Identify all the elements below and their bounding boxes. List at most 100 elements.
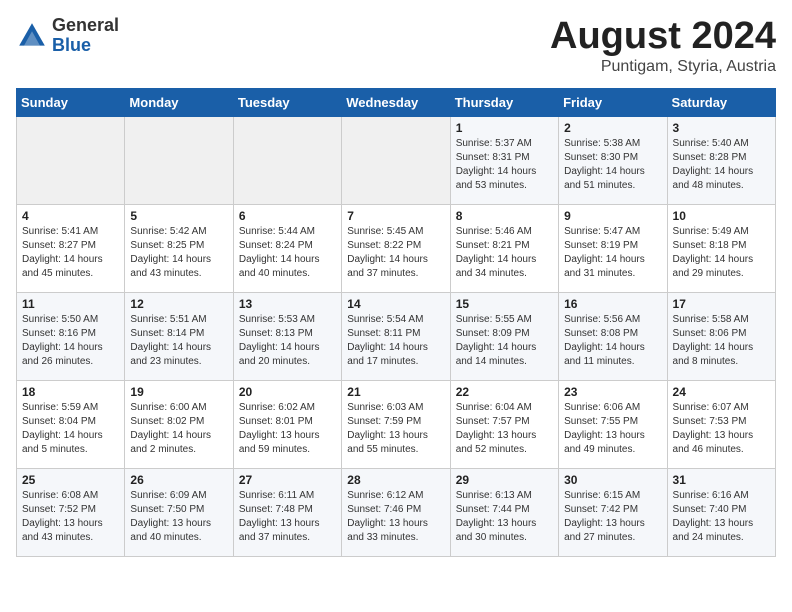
day-info: Sunrise: 5:58 AM Sunset: 8:06 PM Dayligh…	[673, 313, 770, 369]
day-info: Sunrise: 5:47 AM Sunset: 8:19 PM Dayligh…	[564, 225, 661, 281]
day-info: Sunrise: 6:08 AM Sunset: 7:52 PM Dayligh…	[22, 489, 119, 545]
calendar-cell: 18 Sunrise: 5:59 AM Sunset: 8:04 PM Dayli…	[17, 380, 125, 468]
day-info: Sunrise: 5:37 AM Sunset: 8:31 PM Dayligh…	[456, 137, 553, 193]
weekday-header-friday: Friday	[559, 88, 667, 116]
day-info: Sunrise: 5:56 AM Sunset: 8:08 PM Dayligh…	[564, 313, 661, 369]
day-number: 23	[564, 385, 661, 399]
day-info: Sunrise: 6:06 AM Sunset: 7:55 PM Dayligh…	[564, 401, 661, 457]
day-number: 20	[239, 385, 336, 399]
logo-general-text: General	[52, 16, 119, 36]
weekday-header-tuesday: Tuesday	[233, 88, 341, 116]
day-number: 25	[22, 473, 119, 487]
day-number: 21	[347, 385, 444, 399]
weekday-header-thursday: Thursday	[450, 88, 558, 116]
calendar-cell: 24 Sunrise: 6:07 AM Sunset: 7:53 PM Dayli…	[667, 380, 775, 468]
day-info: Sunrise: 6:13 AM Sunset: 7:44 PM Dayligh…	[456, 489, 553, 545]
day-info: Sunrise: 5:42 AM Sunset: 8:25 PM Dayligh…	[130, 225, 227, 281]
day-info: Sunrise: 5:54 AM Sunset: 8:11 PM Dayligh…	[347, 313, 444, 369]
calendar-cell: 3Sunrise: 5:40 AM Sunset: 8:28 PM Daylig…	[667, 116, 775, 204]
calendar-table: SundayMondayTuesdayWednesdayThursdayFrid…	[16, 88, 776, 557]
weekday-header-monday: Monday	[125, 88, 233, 116]
day-number: 10	[673, 209, 770, 223]
calendar-cell: 13 Sunrise: 5:53 AM Sunset: 8:13 PM Dayli…	[233, 292, 341, 380]
day-number: 16	[564, 297, 661, 311]
calendar-cell	[342, 116, 450, 204]
calendar-cell: 4 Sunrise: 5:41 AM Sunset: 8:27 PM Daylig…	[17, 204, 125, 292]
day-number: 2	[564, 121, 661, 135]
day-number: 8	[456, 209, 553, 223]
day-info: Sunrise: 6:03 AM Sunset: 7:59 PM Dayligh…	[347, 401, 444, 457]
day-info: Sunrise: 6:15 AM Sunset: 7:42 PM Dayligh…	[564, 489, 661, 545]
calendar-cell: 17 Sunrise: 5:58 AM Sunset: 8:06 PM Dayli…	[667, 292, 775, 380]
day-number: 4	[22, 209, 119, 223]
weekday-header-sunday: Sunday	[17, 88, 125, 116]
calendar-cell: 31Sunrise: 6:16 AM Sunset: 7:40 PM Dayli…	[667, 468, 775, 556]
day-number: 9	[564, 209, 661, 223]
weekday-header-row: SundayMondayTuesdayWednesdayThursdayFrid…	[17, 88, 776, 116]
calendar-cell: 22 Sunrise: 6:04 AM Sunset: 7:57 PM Dayli…	[450, 380, 558, 468]
day-number: 26	[130, 473, 227, 487]
day-info: Sunrise: 5:53 AM Sunset: 8:13 PM Dayligh…	[239, 313, 336, 369]
day-info: Sunrise: 6:16 AM Sunset: 7:40 PM Dayligh…	[673, 489, 770, 545]
calendar-cell: 9 Sunrise: 5:47 AM Sunset: 8:19 PM Daylig…	[559, 204, 667, 292]
calendar-cell: 27 Sunrise: 6:11 AM Sunset: 7:48 PM Dayli…	[233, 468, 341, 556]
day-number: 3	[673, 121, 770, 135]
day-number: 18	[22, 385, 119, 399]
day-info: Sunrise: 5:51 AM Sunset: 8:14 PM Dayligh…	[130, 313, 227, 369]
day-info: Sunrise: 6:09 AM Sunset: 7:50 PM Dayligh…	[130, 489, 227, 545]
day-number: 13	[239, 297, 336, 311]
calendar-cell: 1 Sunrise: 5:37 AM Sunset: 8:31 PM Daylig…	[450, 116, 558, 204]
day-number: 24	[673, 385, 770, 399]
calendar-cell: 26 Sunrise: 6:09 AM Sunset: 7:50 PM Dayli…	[125, 468, 233, 556]
calendar-cell: 25 Sunrise: 6:08 AM Sunset: 7:52 PM Dayli…	[17, 468, 125, 556]
day-number: 30	[564, 473, 661, 487]
day-number: 11	[22, 297, 119, 311]
location-subtitle: Puntigam, Styria, Austria	[550, 58, 776, 76]
day-number: 1	[456, 121, 553, 135]
calendar-cell: 12 Sunrise: 5:51 AM Sunset: 8:14 PM Dayli…	[125, 292, 233, 380]
day-number: 15	[456, 297, 553, 311]
calendar-cell	[233, 116, 341, 204]
day-number: 28	[347, 473, 444, 487]
day-info: Sunrise: 6:07 AM Sunset: 7:53 PM Dayligh…	[673, 401, 770, 457]
logo: General Blue	[16, 16, 119, 56]
logo-text: General Blue	[52, 16, 119, 56]
day-number: 6	[239, 209, 336, 223]
calendar-week-row: 11 Sunrise: 5:50 AM Sunset: 8:16 PM Dayli…	[17, 292, 776, 380]
calendar-week-row: 25 Sunrise: 6:08 AM Sunset: 7:52 PM Dayli…	[17, 468, 776, 556]
calendar-cell: 8Sunrise: 5:46 AM Sunset: 8:21 PM Daylig…	[450, 204, 558, 292]
day-number: 14	[347, 297, 444, 311]
calendar-cell: 30 Sunrise: 6:15 AM Sunset: 7:42 PM Dayli…	[559, 468, 667, 556]
logo-icon	[16, 20, 48, 52]
day-number: 27	[239, 473, 336, 487]
calendar-cell: 23 Sunrise: 6:06 AM Sunset: 7:55 PM Dayli…	[559, 380, 667, 468]
calendar-cell: 5Sunrise: 5:42 AM Sunset: 8:25 PM Daylig…	[125, 204, 233, 292]
calendar-week-row: 1 Sunrise: 5:37 AM Sunset: 8:31 PM Daylig…	[17, 116, 776, 204]
title-area: August 2024 Puntigam, Styria, Austria	[550, 16, 776, 76]
day-info: Sunrise: 5:55 AM Sunset: 8:09 PM Dayligh…	[456, 313, 553, 369]
day-info: Sunrise: 5:44 AM Sunset: 8:24 PM Dayligh…	[239, 225, 336, 281]
calendar-cell	[125, 116, 233, 204]
weekday-header-saturday: Saturday	[667, 88, 775, 116]
month-title: August 2024	[550, 16, 776, 58]
page-header: General Blue August 2024 Puntigam, Styri…	[16, 16, 776, 76]
day-number: 12	[130, 297, 227, 311]
day-info: Sunrise: 5:50 AM Sunset: 8:16 PM Dayligh…	[22, 313, 119, 369]
day-number: 19	[130, 385, 227, 399]
day-number: 17	[673, 297, 770, 311]
calendar-cell: 11 Sunrise: 5:50 AM Sunset: 8:16 PM Dayli…	[17, 292, 125, 380]
day-info: Sunrise: 5:38 AM Sunset: 8:30 PM Dayligh…	[564, 137, 661, 193]
calendar-cell: 10Sunrise: 5:49 AM Sunset: 8:18 PM Dayli…	[667, 204, 775, 292]
calendar-cell: 14 Sunrise: 5:54 AM Sunset: 8:11 PM Dayli…	[342, 292, 450, 380]
calendar-cell: 6 Sunrise: 5:44 AM Sunset: 8:24 PM Daylig…	[233, 204, 341, 292]
day-info: Sunrise: 6:04 AM Sunset: 7:57 PM Dayligh…	[456, 401, 553, 457]
calendar-cell: 29 Sunrise: 6:13 AM Sunset: 7:44 PM Dayli…	[450, 468, 558, 556]
calendar-cell: 16 Sunrise: 5:56 AM Sunset: 8:08 PM Dayli…	[559, 292, 667, 380]
day-number: 22	[456, 385, 553, 399]
day-info: Sunrise: 5:59 AM Sunset: 8:04 PM Dayligh…	[22, 401, 119, 457]
calendar-cell: 7Sunrise: 5:45 AM Sunset: 8:22 PM Daylig…	[342, 204, 450, 292]
day-info: Sunrise: 6:11 AM Sunset: 7:48 PM Dayligh…	[239, 489, 336, 545]
day-number: 29	[456, 473, 553, 487]
weekday-header-wednesday: Wednesday	[342, 88, 450, 116]
day-info: Sunrise: 5:41 AM Sunset: 8:27 PM Dayligh…	[22, 225, 119, 281]
